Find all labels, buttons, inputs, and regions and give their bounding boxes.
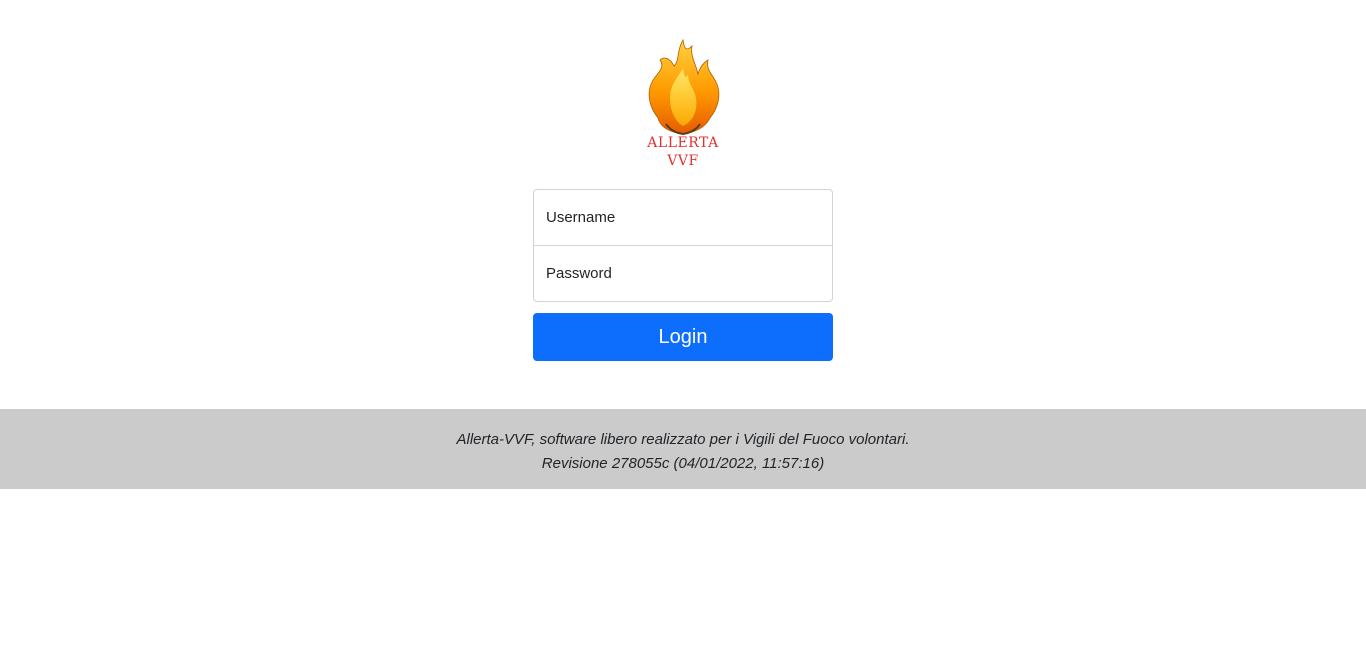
footer-description: Allerta-VVF, software libero realizzato … <box>456 431 910 448</box>
allerta-vvf-logo: ALLERTA VVF <box>640 38 726 172</box>
logo-text-line2: VVF <box>667 153 699 169</box>
footer-revision: Revisione 278055c (04/01/2022, 11:57:16) <box>541 455 825 472</box>
footer: Allerta-VVF, software libero realizzato … <box>0 409 1366 489</box>
login-button[interactable]: Login <box>533 313 833 361</box>
username-input[interactable] <box>533 189 833 246</box>
password-input[interactable] <box>533 245 833 302</box>
flame-icon <box>648 38 720 136</box>
logo-text-line1: ALLERTA <box>647 135 719 151</box>
login-form: Login <box>533 189 833 361</box>
